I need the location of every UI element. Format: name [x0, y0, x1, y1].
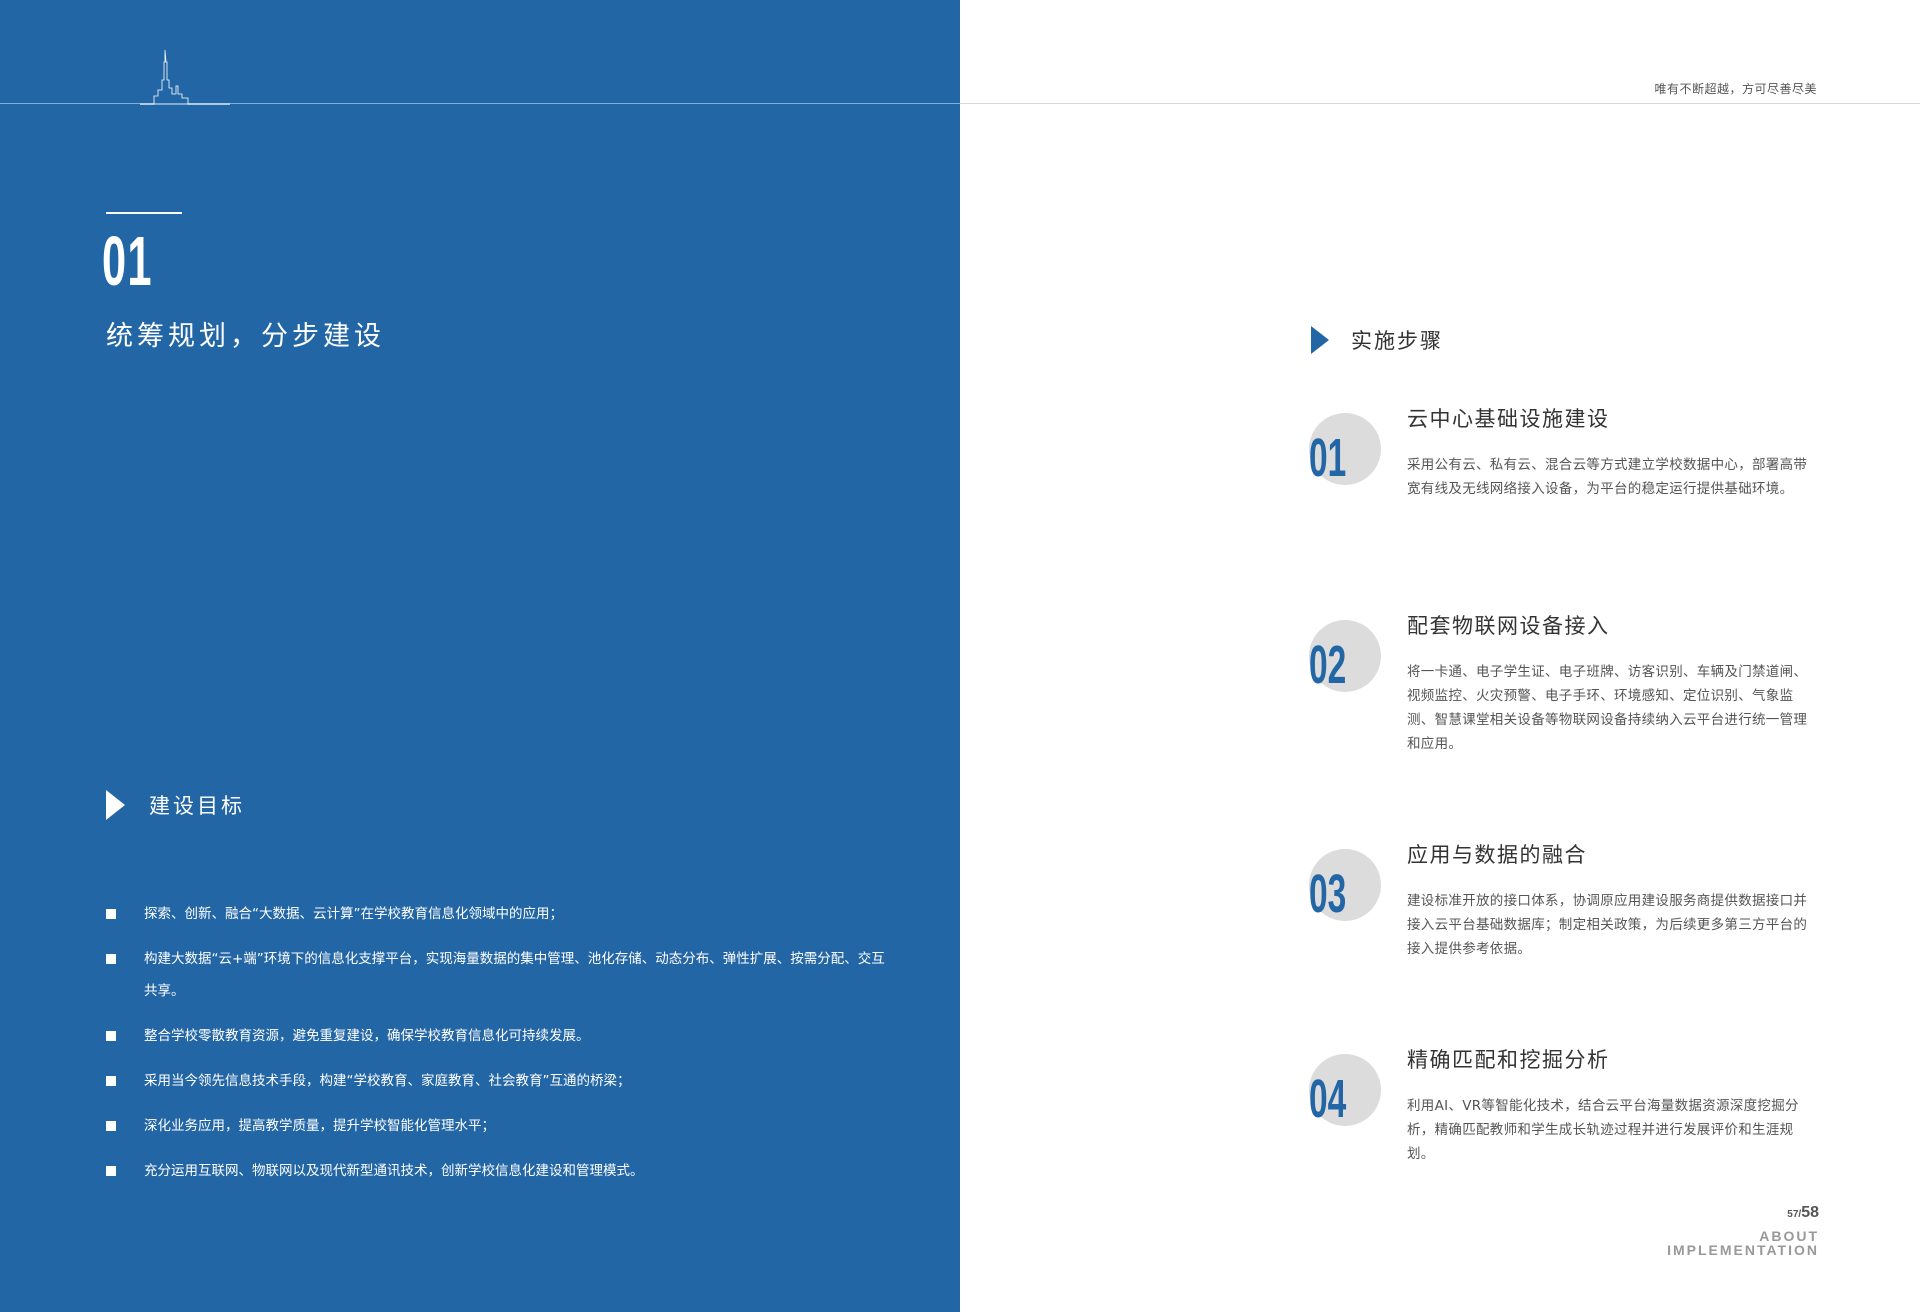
step-title: 配套物联网设备接入 [1407, 614, 1610, 638]
header-divider-right [960, 103, 1920, 104]
goals-list: 探索、创新、融合“大数据、云计算”在学校教育信息化领域中的应用； 构建大数据“云… [106, 898, 896, 1200]
step-description: 建设标准开放的接口体系，协调原应用建设服务商提供数据接口并接入云平台基础数据库；… [1407, 893, 1808, 957]
page-number-right: 58 [1801, 1204, 1819, 1221]
step-title: 精确匹配和挖掘分析 [1407, 1048, 1610, 1072]
step-number-badge: 01 [1309, 413, 1381, 485]
square-bullet-icon [106, 1121, 116, 1131]
step-number: 02 [1309, 635, 1347, 695]
goals-heading: 建设目标 [106, 790, 245, 820]
page-number: 57 / 58 [1787, 1204, 1819, 1222]
step-title: 应用与数据的融合 [1407, 843, 1587, 867]
footer-line-1: ABOUT [1759, 1228, 1819, 1244]
list-item: 构建大数据“云+端”环境下的信息化支撑平台，实现海量数据的集中管理、池化存储、动… [106, 943, 896, 1007]
section-number: 01 [102, 222, 153, 300]
list-item: 深化业务应用，提高教学质量，提升学校智能化管理水平； [106, 1110, 896, 1142]
city-skyline-icon [140, 50, 230, 105]
square-bullet-icon [106, 954, 116, 964]
page-slogan: 唯有不断超越，方可尽善尽美 [1654, 82, 1817, 96]
step-description: 将一卡通、电子学生证、电子班牌、访客识别、车辆及门禁道闸、视频监控、火灾预警、电… [1407, 664, 1808, 752]
square-bullet-icon [106, 909, 116, 919]
goals-heading-label: 建设目标 [149, 794, 245, 818]
steps-heading-label: 实施步骤 [1351, 329, 1443, 353]
footer-section-label: ABOUT IMPLEMENTATION [1667, 1229, 1819, 1257]
goal-text: 采用当今领先信息技术手段，构建“学校教育、家庭教育、社会教育”互通的桥梁； [144, 1073, 631, 1089]
step-number-badge: 04 [1309, 1054, 1381, 1126]
step-number: 01 [1309, 428, 1347, 488]
list-item: 整合学校零散教育资源，避免重复建设，确保学校教育信息化可持续发展。 [106, 1020, 896, 1052]
step-number-badge: 03 [1309, 849, 1381, 921]
step-number-badge: 02 [1309, 620, 1381, 692]
step-description: 采用公有云、私有云、混合云等方式建立学校数据中心，部署高带宽有线及无线网络接入设… [1407, 457, 1808, 497]
left-page: 01 统筹规划，分步建设 建设目标 探索、创新、融合“大数据、云计算”在学校教育… [0, 0, 960, 1312]
section-dash [106, 212, 182, 214]
square-bullet-icon [106, 1166, 116, 1176]
goal-text: 整合学校零散教育资源，避免重复建设，确保学校教育信息化可持续发展。 [144, 1028, 590, 1044]
section-title: 统筹规划，分步建设 [106, 321, 385, 352]
step-description: 利用AI、VR等智能化技术，结合云平台海量数据资源深度挖掘分析，精确匹配教师和学… [1407, 1098, 1799, 1162]
page-number-left: 57 [1787, 1209, 1799, 1220]
list-item: 充分运用互联网、物联网以及现代新型通讯技术，创新学校信息化建设和管理模式。 [106, 1155, 896, 1187]
goal-text: 构建大数据“云+端”环境下的信息化支撑平台，实现海量数据的集中管理、池化存储、动… [144, 951, 885, 999]
step-number: 03 [1309, 864, 1347, 924]
square-bullet-icon [106, 1076, 116, 1086]
footer-line-2: IMPLEMENTATION [1667, 1242, 1819, 1258]
goal-text: 充分运用互联网、物联网以及现代新型通讯技术，创新学校信息化建设和管理模式。 [144, 1163, 644, 1179]
step-number: 04 [1309, 1069, 1347, 1129]
triangle-right-icon [1311, 326, 1329, 354]
list-item: 采用当今领先信息技术手段，构建“学校教育、家庭教育、社会教育”互通的桥梁； [106, 1065, 896, 1097]
square-bullet-icon [106, 1031, 116, 1041]
step-title: 云中心基础设施建设 [1407, 407, 1610, 431]
steps-heading: 实施步骤 [1311, 325, 1443, 355]
goal-text: 探索、创新、融合“大数据、云计算”在学校教育信息化领域中的应用； [144, 906, 563, 922]
list-item: 探索、创新、融合“大数据、云计算”在学校教育信息化领域中的应用； [106, 898, 896, 930]
triangle-right-icon [106, 790, 125, 820]
goal-text: 深化业务应用，提高教学质量，提升学校智能化管理水平； [144, 1118, 495, 1134]
